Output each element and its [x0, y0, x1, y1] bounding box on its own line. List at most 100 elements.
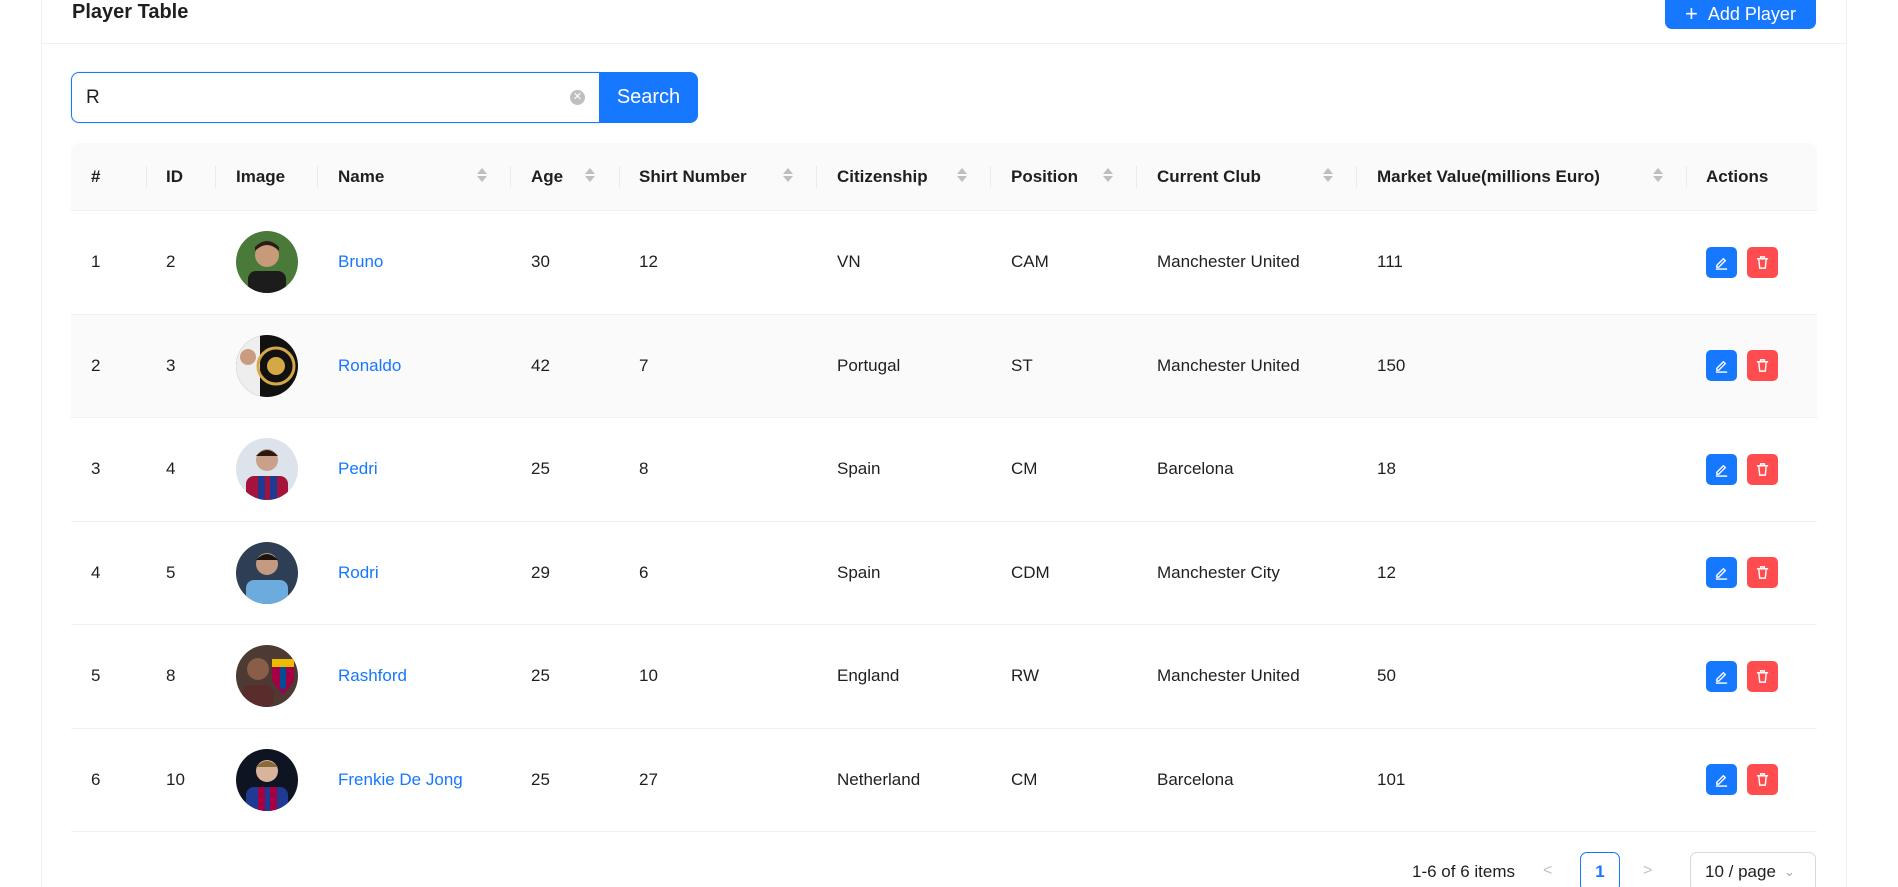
column-header-position[interactable]: Position — [1011, 143, 1078, 211]
delete-button[interactable] — [1747, 453, 1778, 485]
edit-button[interactable] — [1706, 764, 1737, 796]
cell-position: CM — [1011, 459, 1038, 479]
chevron-right-icon[interactable]: > — [1643, 862, 1652, 880]
pagination-total: 1-6 of 6 items — [1412, 862, 1515, 881]
search-bar: ✕ Search — [71, 72, 698, 123]
column-header-id: ID — [166, 167, 183, 186]
sort-icon[interactable] — [783, 168, 793, 182]
cell-actions — [1706, 522, 1778, 625]
chevron-left-icon[interactable]: < — [1543, 862, 1552, 880]
edit-icon — [1715, 257, 1728, 270]
cell-actions — [1706, 211, 1778, 314]
sort-icon[interactable] — [1103, 168, 1113, 182]
cell-position: ST — [1011, 355, 1033, 375]
plus-icon: + — [1685, 1, 1698, 26]
cell-shirt-number: 27 — [639, 769, 658, 789]
cell-market-value: 50 — [1377, 666, 1396, 686]
column-separator — [317, 166, 318, 188]
cell-market-value: 111 — [1377, 252, 1403, 272]
page-title: Player Table — [72, 1, 189, 23]
column-separator — [510, 166, 511, 188]
cell-name-link[interactable]: Rashford — [338, 625, 407, 728]
cell-age: 30 — [531, 252, 550, 272]
page-size-select[interactable]: 10 / page ⌄ — [1690, 852, 1816, 887]
cell-current-club: Manchester City — [1157, 562, 1280, 582]
add-player-button[interactable]: + Add Player — [1665, 0, 1816, 29]
column-header-name[interactable]: Name — [338, 143, 384, 211]
add-player-label: Add Player — [1707, 3, 1796, 24]
sort-icon[interactable] — [477, 168, 487, 182]
search-button[interactable]: Search — [599, 72, 698, 123]
player-avatar — [236, 541, 298, 604]
column-header-current-club[interactable]: Current Club — [1157, 143, 1261, 211]
delete-button[interactable] — [1747, 246, 1778, 278]
search-input[interactable] — [86, 86, 570, 109]
cell-index: 4 — [91, 562, 101, 582]
cell-name-link[interactable]: Bruno — [338, 211, 383, 314]
player-avatar — [236, 748, 298, 811]
player-avatar — [236, 334, 298, 397]
sort-icon[interactable] — [1323, 168, 1333, 182]
column-separator — [1136, 166, 1137, 188]
column-header-age[interactable]: Age — [531, 143, 563, 211]
table-row: 5 8 Rashford 25 10 England RW Manchester… — [71, 625, 1817, 729]
table-row: 6 10 Frenkie De Jong 25 27 Netherland CM… — [71, 729, 1817, 832]
trash-icon — [1756, 359, 1769, 373]
edit-icon — [1715, 671, 1728, 684]
cell-position: CDM — [1011, 562, 1050, 582]
delete-button[interactable] — [1747, 350, 1778, 382]
cell-citizenship: Spain — [837, 459, 881, 479]
edit-button[interactable] — [1706, 660, 1737, 692]
sort-icon[interactable] — [1653, 168, 1663, 182]
cell-image — [236, 522, 298, 625]
cell-name-link[interactable]: Ronaldo — [338, 315, 401, 418]
cell-name-link[interactable]: Pedri — [338, 418, 378, 521]
cell-shirt-number: 10 — [639, 666, 658, 686]
cell-current-club: Manchester United — [1157, 666, 1300, 686]
cell-market-value: 150 — [1377, 355, 1406, 375]
cell-shirt-number: 12 — [639, 252, 658, 272]
cell-id: 10 — [166, 769, 185, 789]
table-row: 3 4 Pedri 25 8 Spain CM Barcelona 18 — [71, 418, 1817, 522]
edit-button[interactable] — [1706, 246, 1737, 278]
column-header-actions: Actions — [1706, 167, 1769, 186]
column-header-citizenship[interactable]: Citizenship — [837, 143, 928, 211]
column-header-market-value[interactable]: Market Value(millions Euro) — [1377, 143, 1600, 211]
delete-button[interactable] — [1747, 557, 1778, 589]
edit-icon — [1715, 361, 1728, 374]
player-avatar — [236, 645, 298, 708]
edit-button[interactable] — [1706, 453, 1737, 485]
edit-button[interactable] — [1706, 557, 1737, 589]
cell-age: 29 — [531, 562, 550, 582]
table-row: 4 5 Rodri 29 6 Spain CDM Manchester City… — [71, 522, 1817, 625]
search-field[interactable]: ✕ — [71, 72, 599, 123]
cell-market-value: 101 — [1377, 769, 1406, 789]
column-header-image: Image — [236, 167, 286, 186]
cell-id: 3 — [166, 355, 176, 375]
table-header: # ID Image Name Age Shirt Number Citizen… — [71, 143, 1817, 211]
delete-button[interactable] — [1747, 660, 1778, 692]
page-size-value: 10 / page — [1705, 862, 1776, 881]
edit-button[interactable] — [1706, 350, 1737, 382]
cell-image — [236, 729, 298, 832]
edit-icon — [1715, 464, 1728, 477]
cell-shirt-number: 7 — [639, 355, 649, 375]
trash-icon — [1756, 669, 1769, 683]
cell-name-link[interactable]: Rodri — [338, 522, 379, 625]
player-table: # ID Image Name Age Shirt Number Citizen… — [71, 143, 1817, 832]
column-separator — [1356, 166, 1357, 188]
cell-index: 3 — [91, 459, 101, 479]
page-button-current[interactable]: 1 — [1580, 852, 1620, 887]
chevron-down-icon: ⌄ — [1783, 864, 1795, 879]
cell-shirt-number: 6 — [639, 562, 649, 582]
sort-icon[interactable] — [957, 168, 967, 182]
column-header-shirt-number[interactable]: Shirt Number — [639, 143, 747, 211]
table-row: 1 2 Bruno 30 12 VN CAM Manchester United… — [71, 211, 1817, 315]
cell-index: 1 — [91, 252, 101, 272]
cell-citizenship: Spain — [837, 562, 881, 582]
cell-name-link[interactable]: Frenkie De Jong — [338, 729, 463, 832]
clear-icon[interactable]: ✕ — [570, 90, 585, 105]
edit-icon — [1715, 775, 1728, 788]
sort-icon[interactable] — [585, 168, 595, 182]
delete-button[interactable] — [1747, 764, 1778, 796]
